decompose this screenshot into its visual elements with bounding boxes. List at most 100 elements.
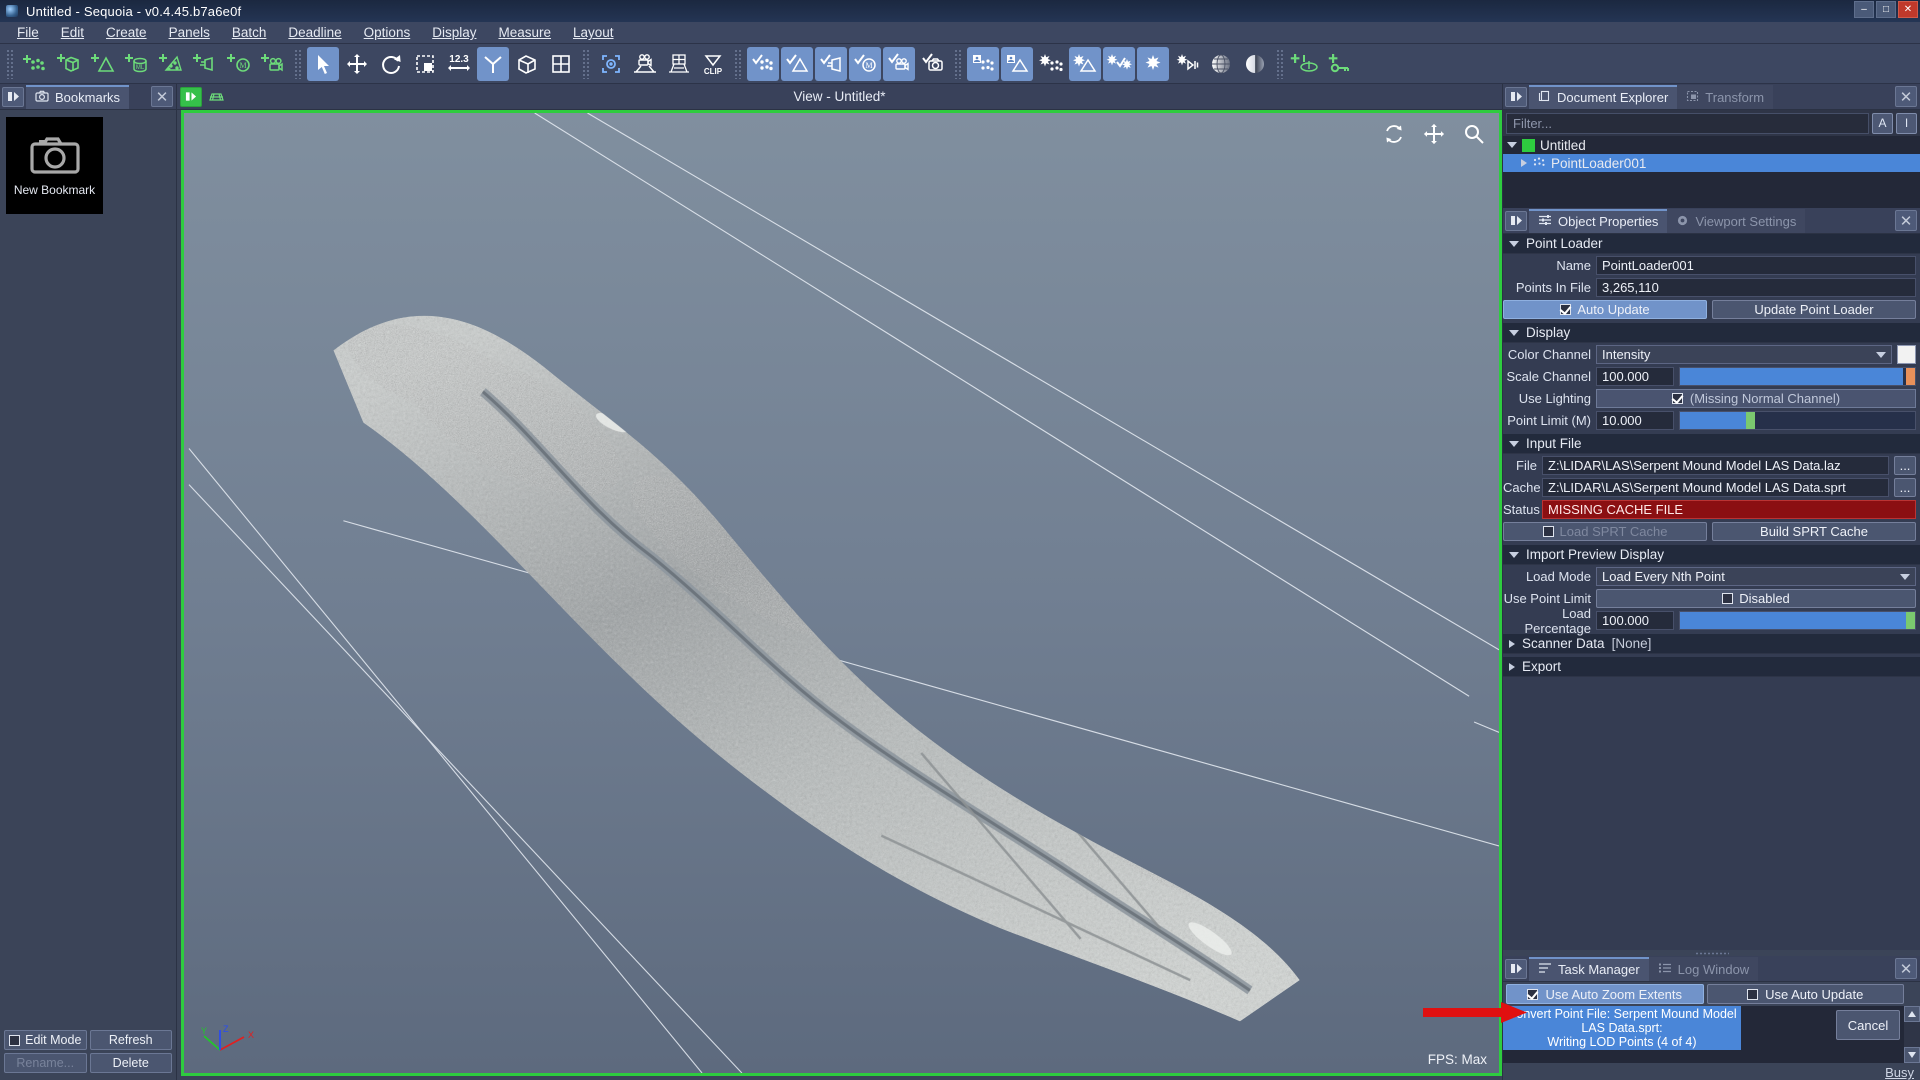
rename-button[interactable]: Rename...: [4, 1053, 87, 1073]
star-mesh-icon[interactable]: [1069, 46, 1101, 81]
chevron-down-icon[interactable]: [1507, 142, 1517, 148]
marker-points-icon[interactable]: [967, 46, 999, 81]
chevron-right-icon[interactable]: [1521, 159, 1527, 167]
tab-task-manager[interactable]: Task Manager: [1529, 956, 1649, 981]
chevron-down-icon[interactable]: [1509, 240, 1519, 247]
star-highlight-icon[interactable]: [1137, 46, 1169, 81]
menu-create[interactable]: Create: [95, 23, 158, 42]
menu-options[interactable]: Options: [353, 23, 422, 42]
load-percentage-slider[interactable]: [1679, 611, 1916, 630]
add-box-icon[interactable]: [53, 47, 85, 81]
auto-update-button[interactable]: Auto Update: [1503, 300, 1707, 319]
cache-path-input[interactable]: Z:\LIDAR\LAS\Serpent Mound Model LAS Dat…: [1542, 478, 1889, 497]
scale-channel-slider[interactable]: [1679, 367, 1916, 386]
close-icon[interactable]: ✕: [1895, 210, 1917, 231]
use-auto-zoom-extents-button[interactable]: Use Auto Zoom Extents: [1506, 984, 1704, 1004]
task-item[interactable]: Convert Point File: Serpent Mound Model …: [1503, 1006, 1741, 1050]
menu-edit[interactable]: Edit: [50, 23, 95, 42]
menu-layout[interactable]: Layout: [562, 23, 625, 42]
chevron-right-icon[interactable]: [1509, 662, 1515, 671]
menu-measure[interactable]: Measure: [487, 23, 562, 42]
tree-item-pointloader001[interactable]: PointLoader001: [1503, 154, 1920, 172]
load-sprt-cache-button[interactable]: Load SPRT Cache: [1503, 522, 1707, 541]
add-ml-database-icon[interactable]: ML: [121, 47, 153, 81]
rollup-export[interactable]: Export: [1503, 657, 1920, 677]
chevron-down-icon[interactable]: [1900, 573, 1910, 580]
add-mesh-icon[interactable]: [87, 47, 119, 81]
point-limit-input[interactable]: 10.000: [1596, 411, 1674, 430]
sphere-shading-icon[interactable]: [1239, 47, 1271, 81]
chevron-down-icon[interactable]: [1876, 351, 1886, 358]
rollup-display[interactable]: Display: [1503, 323, 1920, 343]
headlight-icon[interactable]: [1171, 47, 1203, 81]
toolbar-grip-2[interactable]: [294, 48, 302, 79]
auto-update-checkbox[interactable]: [1747, 988, 1759, 1000]
color-swatch[interactable]: [1897, 345, 1916, 364]
toolbar-grip-3[interactable]: [582, 48, 590, 79]
use-auto-update-button[interactable]: Use Auto Update: [1706, 984, 1904, 1004]
tab-bookmarks[interactable]: Bookmarks: [26, 84, 130, 109]
filter-case-button[interactable]: A: [1872, 112, 1893, 134]
toolbar-grip-5[interactable]: [954, 48, 962, 79]
rollup-scanner-data[interactable]: Scanner Data [None]: [1503, 634, 1920, 654]
numeric-123-icon[interactable]: 12.3: [443, 47, 475, 81]
clip-icon[interactable]: CLIP: [697, 47, 729, 81]
load-mode-dropdown[interactable]: Load Every Nth Point: [1596, 567, 1916, 586]
scroll-up-arrow[interactable]: [1904, 1006, 1920, 1022]
load-percentage-input[interactable]: 100.000: [1596, 611, 1674, 630]
tab-object-properties[interactable]: Object Properties: [1529, 208, 1668, 233]
box-gizmo-icon[interactable]: [511, 47, 543, 81]
close-icon[interactable]: ✕: [1895, 958, 1917, 979]
show-camera-icon[interactable]: [883, 46, 915, 81]
bookmarks-list[interactable]: New Bookmark: [0, 110, 176, 1030]
window-controls[interactable]: – □ ✕: [1854, 1, 1918, 18]
chevron-right-icon[interactable]: [1509, 639, 1515, 648]
use-point-limit-toggle[interactable]: Disabled: [1596, 589, 1916, 608]
scene-tree[interactable]: Untitled PointLoader001: [1503, 136, 1920, 208]
scroll-down-arrow[interactable]: [1904, 1047, 1920, 1063]
close-icon[interactable]: ✕: [1895, 86, 1917, 107]
rollup-import-preview[interactable]: Import Preview Display: [1503, 545, 1920, 565]
toolbar-grip[interactable]: [6, 48, 14, 79]
move-icon[interactable]: [341, 47, 373, 81]
perspective-grid-icon[interactable]: [663, 47, 695, 81]
toolbar-grip-4[interactable]: [734, 48, 742, 79]
add-particle-mesher-icon[interactable]: [155, 47, 187, 81]
add-key-icon[interactable]: [1323, 47, 1355, 81]
use-lighting-checkbox[interactable]: [1671, 393, 1683, 404]
tab-log-window[interactable]: Log Window: [1648, 956, 1759, 981]
viewport-3d[interactable]: X Y Z FPS: Max: [181, 110, 1502, 1076]
chevron-down-icon[interactable]: [1509, 329, 1519, 336]
show-bookmark-icon[interactable]: [917, 47, 949, 81]
marker-mesh-icon[interactable]: [1001, 46, 1033, 81]
rotate-icon[interactable]: [375, 47, 407, 81]
auto-zoom-checkbox[interactable]: [1527, 988, 1539, 1000]
show-points-icon[interactable]: [747, 46, 779, 81]
color-channel-dropdown[interactable]: Intensity: [1596, 345, 1892, 364]
build-sprt-cache-button[interactable]: Build SPRT Cache: [1712, 522, 1916, 541]
toolbar-grip-6[interactable]: [1276, 48, 1284, 79]
show-mesh-icon[interactable]: [781, 46, 813, 81]
pan-move-icon[interactable]: [1423, 123, 1445, 148]
close-icon[interactable]: ✕: [151, 86, 173, 107]
star-points-icon[interactable]: [1035, 47, 1067, 81]
zoom-extents-icon[interactable]: [595, 47, 627, 81]
use-lighting-toggle[interactable]: (Missing Normal Channel): [1596, 389, 1916, 408]
refresh-rotate-icon[interactable]: [1383, 123, 1405, 148]
pin-icon[interactable]: [1505, 210, 1527, 231]
viewport-tools[interactable]: [1383, 123, 1485, 148]
properties-scroll[interactable]: Point Loader Name PointLoader001 Points …: [1503, 234, 1920, 950]
main-toolbar[interactable]: ML M 12.3 CLIP M: [0, 44, 1920, 84]
update-point-loader-button[interactable]: Update Point Loader: [1712, 300, 1916, 319]
refresh-button[interactable]: Refresh: [89, 1030, 172, 1050]
show-magma-icon[interactable]: M: [849, 46, 881, 81]
maximize-button[interactable]: □: [1876, 1, 1896, 18]
add-points-icon[interactable]: [19, 47, 51, 81]
pin-icon[interactable]: [2, 86, 24, 107]
use-point-limit-checkbox[interactable]: [1722, 593, 1734, 604]
rollup-point-loader[interactable]: Point Loader: [1503, 234, 1920, 254]
camera-viewport-icon[interactable]: [629, 47, 661, 81]
filter-text-button[interactable]: I: [1896, 112, 1917, 134]
cancel-button[interactable]: Cancel: [1836, 1010, 1900, 1040]
add-camera-icon[interactable]: [257, 47, 289, 81]
